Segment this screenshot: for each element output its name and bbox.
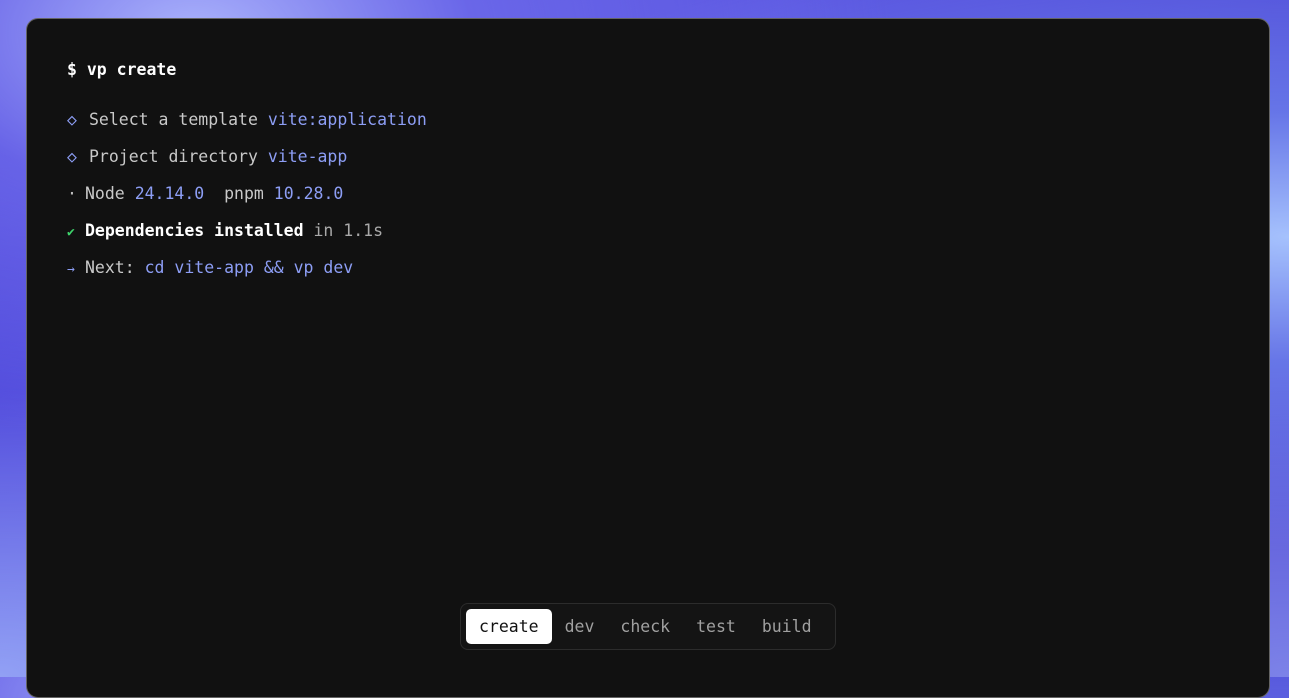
directory-label: Project directory	[89, 147, 258, 166]
command-line: $ vp create	[67, 59, 176, 81]
prompt-symbol: $	[67, 60, 77, 79]
command-tabbar: create dev check test build	[460, 603, 836, 650]
pnpm-label: pnpm	[224, 184, 264, 203]
template-line: ◇ Select a template vite:application	[67, 109, 427, 131]
next-command: cd vite-app && vp dev	[144, 258, 354, 277]
template-label: Select a template	[89, 110, 258, 129]
dot-icon: ·	[67, 184, 77, 203]
tab-check[interactable]: check	[607, 609, 683, 644]
tab-create[interactable]: create	[466, 609, 552, 644]
command-text: vp create	[86, 60, 177, 79]
dependencies-line: ✔ Dependencies installed in 1.1s	[67, 220, 383, 244]
arrow-right-icon: →	[67, 262, 75, 277]
pnpm-version: 10.28.0	[273, 184, 344, 203]
dependencies-time: in 1.1s	[313, 221, 384, 240]
tab-build[interactable]: build	[749, 609, 825, 644]
directory-value: vite-app	[267, 147, 348, 166]
diamond-icon: ◇	[67, 147, 77, 166]
directory-line: ◇ Project directory vite-app	[67, 146, 347, 168]
terminal-window: $ vp create ◇ Select a template vite:appl…	[26, 18, 1270, 698]
template-value: vite:application	[267, 110, 427, 129]
node-version: 24.14.0	[134, 184, 205, 203]
tab-dev[interactable]: dev	[552, 609, 608, 644]
next-label: Next:	[85, 258, 135, 277]
diamond-icon: ◇	[67, 110, 77, 129]
check-icon: ✔	[67, 225, 75, 240]
tab-test[interactable]: test	[683, 609, 749, 644]
next-line: → Next: cd vite-app && vp dev	[67, 257, 353, 281]
node-label: Node	[85, 184, 125, 203]
dependencies-label: Dependencies installed	[85, 221, 304, 240]
versions-line: · Node 24.14.0 pnpm 10.28.0	[67, 183, 343, 205]
